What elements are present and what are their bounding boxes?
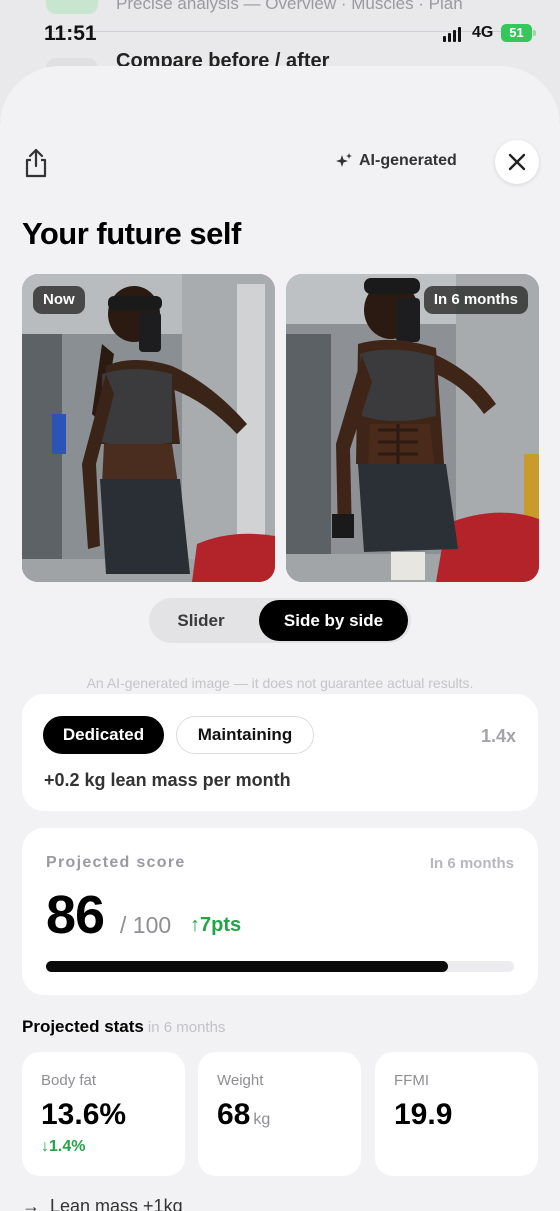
stat-card-ffmi: FFMI 19.9	[375, 1052, 538, 1176]
stat-label: FFMI	[394, 1072, 429, 1089]
signal-icon	[443, 26, 465, 42]
stat-card-weight: Weight 68 kg	[198, 1052, 361, 1176]
share-icon	[25, 148, 47, 178]
plan-description: +0.2 kg lean mass per month	[44, 770, 291, 790]
network-type: 4G	[472, 24, 494, 41]
score-progress-bar	[46, 961, 514, 972]
photo-now[interactable]: Now	[22, 274, 275, 582]
ai-disclaimer: An AI-generated image — it does not guar…	[86, 675, 474, 691]
stat-delta: ↓1.4%	[41, 1138, 85, 1156]
stat-delta-value: 1.4%	[49, 1138, 86, 1155]
ai-badge-label: AI-generated	[359, 152, 457, 169]
lean-mass-text: Lean mass +1kg	[50, 1196, 183, 1211]
plan-card: Dedicated Maintaining 1.4x +0.2 kg lean …	[22, 694, 538, 811]
stat-card-body-fat: Body fat 13.6% ↓1.4%	[22, 1052, 185, 1176]
arrow-up-icon: ↑	[190, 914, 200, 936]
stat-value: 13.6%	[41, 1098, 126, 1132]
photo-future[interactable]: In 6 months	[286, 274, 539, 582]
score-label: Projected score	[46, 854, 186, 871]
battery-level: 51	[509, 25, 524, 40]
sparkle-icon	[336, 152, 352, 167]
projected-stats-subtitle: in 6 months	[147, 1019, 226, 1036]
future-self-sheet: AI-generated Your future self Now In 6 m…	[0, 66, 560, 1211]
projected-stats-heading: Projected stats in 6 months	[22, 1017, 225, 1037]
arrow-down-icon: ↓	[41, 1138, 49, 1155]
toggle-slider-option[interactable]: Slider	[153, 600, 249, 641]
status-bar: 11:51 4G 51	[0, 0, 560, 66]
stat-label: Weight	[217, 1072, 264, 1089]
page-title: Your future self	[22, 216, 241, 251]
score-timeframe: In 6 months	[429, 855, 514, 872]
score-value: 86	[46, 885, 105, 945]
plan-multiplier: 1.4x	[480, 726, 516, 746]
projected-score-card: Projected score In 6 months 86 / 100 ↑7p…	[22, 828, 538, 995]
future-photo-image	[286, 274, 539, 582]
stat-value: 19.9	[394, 1098, 452, 1132]
photo-now-label: Now	[33, 286, 85, 314]
arrow-right-icon: →	[22, 1196, 40, 1211]
score-max: / 100	[120, 912, 172, 938]
stat-value: 68 kg	[217, 1098, 270, 1132]
close-button[interactable]	[495, 140, 539, 184]
score-delta-value: 7pts	[200, 914, 242, 936]
ai-generated-badge: AI-generated	[336, 152, 457, 170]
plan-chip-maintaining[interactable]: Maintaining	[176, 716, 314, 754]
photo-future-label: In 6 months	[423, 286, 528, 314]
score-delta: ↑7pts	[190, 914, 241, 937]
stat-unit: kg	[253, 1111, 271, 1128]
plan-chip-dedicated[interactable]: Dedicated	[43, 716, 164, 754]
battery-icon: 51	[501, 24, 532, 42]
stat-value-number: 68	[217, 1098, 251, 1131]
now-photo-image	[22, 274, 275, 582]
view-mode-toggle: Slider Side by side	[149, 598, 411, 643]
score-progress-fill	[46, 961, 449, 972]
lean-mass-row[interactable]: → Lean mass +1kg	[22, 1196, 183, 1211]
close-icon	[508, 153, 526, 171]
status-time: 11:51	[44, 22, 97, 45]
projected-stats-title: Projected stats	[22, 1017, 144, 1036]
stat-value-number: 13.6%	[41, 1098, 127, 1131]
toggle-side-by-side-option[interactable]: Side by side	[259, 600, 408, 641]
stat-value-number: 19.9	[394, 1098, 453, 1131]
stat-label: Body fat	[41, 1072, 97, 1089]
battery-tip	[533, 30, 536, 36]
share-button[interactable]	[20, 146, 52, 180]
